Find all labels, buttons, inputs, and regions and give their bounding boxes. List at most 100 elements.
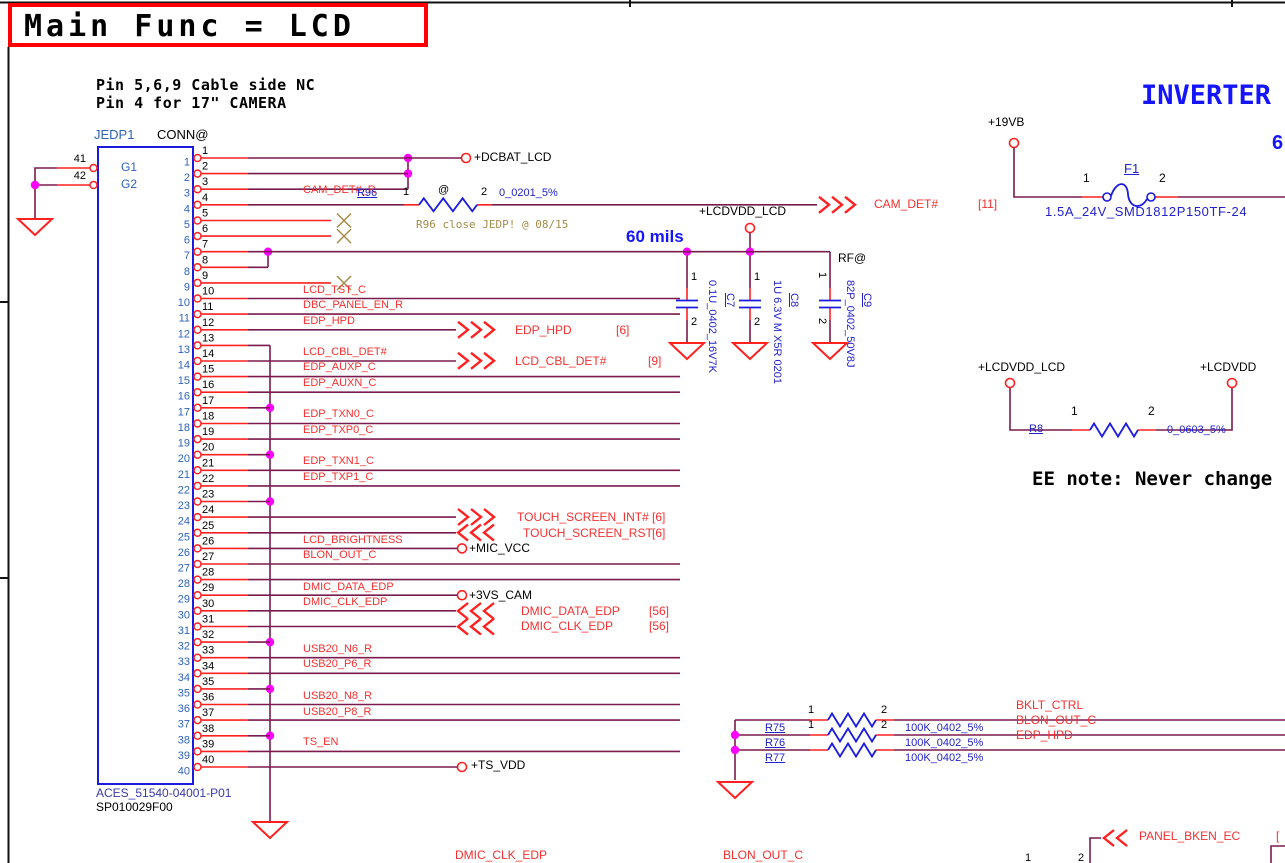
pageref-dmic-clk: [56] [649,619,670,633]
connector-pin-13[interactable] [193,341,202,350]
connector-pin-4[interactable] [193,200,202,210]
connector-pin-27[interactable] [193,559,202,569]
value-r8: 0_0603_5% [1167,424,1226,436]
offpage-arrow-icon[interactable] [456,602,495,620]
pin-number-outer: 3 [202,176,208,188]
pin-number-inner: 2 [184,172,190,184]
connector-pin-25[interactable] [193,528,202,538]
connector-pin-14[interactable] [193,356,202,366]
capacitor-c8-symbol[interactable] [730,288,770,361]
connector-pin-36[interactable] [193,700,202,709]
offpage-arrow-icon[interactable] [457,320,496,339]
connector-pin-17[interactable] [193,403,202,413]
refdes-r77[interactable]: R77 [765,752,785,765]
pin-number-inner: 8 [184,266,190,278]
connector-pin-22[interactable] [193,481,202,491]
connector-pin-23[interactable] [193,497,202,506]
offpage-dmic-data[interactable]: DMIC_DATA_EDP [521,604,620,619]
connector-pin-24[interactable] [193,512,202,522]
connector-pin-32[interactable] [193,637,202,647]
refdes-f1[interactable]: F1 [1124,161,1139,177]
connector-pin-3[interactable] [193,184,202,194]
connector-pin-12[interactable] [193,325,202,335]
pin-number-inner: 36 [178,703,190,715]
pageref-touch-int: [6] [652,510,666,524]
pin-number-outer: 31 [202,614,214,626]
connector-pin-7[interactable] [193,247,202,256]
connector-pin-8[interactable] [193,263,202,272]
refdes-c7[interactable]: C7 [723,293,736,307]
connector-pin-35[interactable] [193,684,202,694]
refdes-c9[interactable]: C9 [860,293,873,307]
connector-pin-40[interactable] [193,762,202,772]
connector-pin-33[interactable] [193,653,202,662]
offpage-arrow-icon[interactable] [457,351,496,370]
connector-pin-1[interactable] [193,153,202,163]
connector-pin-21[interactable] [193,466,202,475]
pin-number-inner: 13 [178,344,190,356]
pin-number-outer: 20 [202,442,214,454]
connector-pin-29[interactable] [193,590,202,600]
offpage-cam-det[interactable]: CAM_DET# [874,197,938,212]
connector-pin-10[interactable] [193,294,202,303]
connector-pin-2[interactable] [193,169,202,178]
refdes-r75[interactable]: R75 [765,722,785,735]
connector-pin-16[interactable] [193,387,202,397]
refdes-c8[interactable]: C8 [787,293,800,307]
pin-number-outer: 28 [202,567,214,579]
cap-c7-pin1: 1 [691,271,698,283]
offpage-arrow-icon[interactable] [1102,829,1128,847]
pin-number-outer: 15 [202,364,214,376]
offpage-edp-hpd[interactable]: EDP_HPD [515,323,572,338]
connector-pin-20[interactable] [193,450,202,459]
net-edp-auxp-c: EDP_AUXP_C [303,361,376,373]
offpage-panel-bken[interactable]: PANEL_BKEN_EC [1139,829,1240,844]
pin-number-inner: 16 [178,391,190,403]
pin-number-inner: 32 [178,641,190,653]
connector-pin-37[interactable] [193,715,202,725]
offpage-arrow-icon[interactable] [456,617,495,636]
connector-pin-19[interactable] [193,434,202,444]
connector-pin-11[interactable] [193,309,202,319]
offpage-lcd-cbl-det[interactable]: LCD_CBL_DET# [515,354,606,369]
offpage-touch-int[interactable]: TOUCH_SCREEN_INT# [517,510,649,525]
connector-refdes[interactable]: JEDP1 [94,127,134,143]
offpage-arrow-icon[interactable] [456,523,495,542]
refdes-r76[interactable]: R76 [765,737,785,750]
fuse-f1-symbol[interactable] [1008,137,1285,207]
net-edp-txp0-c: EDP_TXP0_C [303,424,374,436]
pin-name-g2: G2 [121,177,138,191]
connector-pin-6[interactable] [193,231,202,241]
connector-pin-38[interactable] [193,731,202,741]
connector-pin-26[interactable] [193,544,202,553]
pin-number-outer: 6 [202,223,208,235]
gnd-bus-wire [250,345,290,840]
offpage-dmic-clk[interactable]: DMIC_CLK_EDP [521,619,613,634]
connector-pin-15[interactable] [193,372,202,381]
connector-pin-28[interactable] [193,575,202,584]
offpage-arrow-icon[interactable] [457,508,496,526]
pin-number-inner: 21 [178,469,190,481]
connector-pin-31[interactable] [193,622,202,631]
pin-number-inner: 6 [184,235,190,247]
connector-pin-9[interactable] [193,278,202,288]
connector-pin-5[interactable] [193,216,202,225]
pin-number-outer: 18 [202,411,214,423]
connector-pin-30[interactable] [193,606,202,616]
value-c8: 1U 6.3V M X5R 0201 [771,280,783,384]
connector-alt-part: SP010029F00 [96,800,173,814]
pin-number-outer: 22 [202,473,214,485]
net-edp-auxn-c: EDP_AUXN_C [303,377,377,389]
connector-pin-39[interactable] [193,747,202,756]
refdes-r8[interactable]: R8 [1029,423,1043,436]
refdes-r96[interactable]: R96 [357,187,377,200]
pin-number-inner: 23 [178,500,190,512]
resistor-network-r75-r77[interactable] [715,711,1285,800]
power-terminal-lcdvdd [1226,377,1238,389]
connector-pin-34[interactable] [193,669,202,678]
connector-pin-18[interactable] [193,419,202,428]
power-terminal-lcdvdd-lcd [744,222,756,234]
pin-number-inner: 15 [178,375,190,387]
offpage-touch-rst[interactable]: TOUCH_SCREEN_RST [523,526,653,541]
offpage-arrow-icon[interactable] [818,195,857,214]
